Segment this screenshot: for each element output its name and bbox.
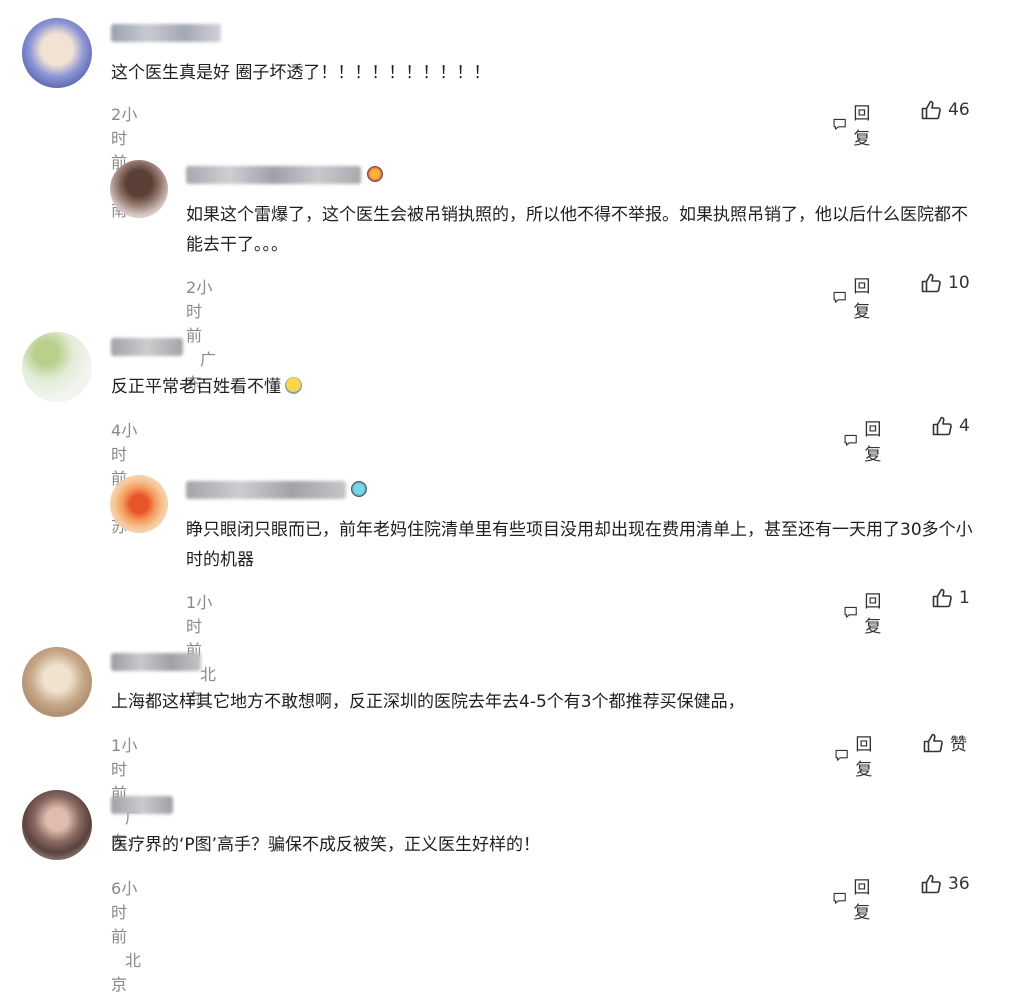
thumbs-up-icon xyxy=(923,733,943,752)
reply-button[interactable]: 回复 xyxy=(834,730,879,780)
reply-label: 回复 xyxy=(853,277,871,322)
reply-button[interactable]: 回复 xyxy=(832,873,877,923)
comment-text: 这个医生真是好 圈子坏透了！！！！！！！！！！ xyxy=(111,63,491,83)
comment-text: 如果这个雷爆了，这个医生会被吊销执照的，所以他不得不举报。如果执照吊销了，他以后… xyxy=(186,205,968,255)
reply-label: 回复 xyxy=(864,420,882,465)
reply-button[interactable]: 回复 xyxy=(832,99,877,149)
reply-icon xyxy=(844,606,857,618)
reply-icon xyxy=(835,749,848,761)
thumbs-up-icon xyxy=(921,874,941,894)
username-blurred[interactable] xyxy=(111,338,183,356)
reply-icon xyxy=(833,892,846,904)
like-button[interactable]: 46 xyxy=(920,99,970,121)
avatar[interactable] xyxy=(110,160,168,218)
thumbs-up-icon xyxy=(932,416,952,436)
reply-icon xyxy=(844,434,857,446)
thumbs-up-icon xyxy=(921,100,941,120)
reply-button[interactable]: 回复 xyxy=(843,587,888,637)
comment-text: 医疗界的‘P图’高手？骗保不成反被笑，正义医生好样的！ xyxy=(111,835,541,855)
avatar[interactable] xyxy=(110,475,168,533)
reply-button[interactable]: 回复 xyxy=(843,415,888,465)
reply-label: 回复 xyxy=(853,878,871,923)
reply-label: 回复 xyxy=(855,735,873,780)
comment-meta: 6小时前北京 xyxy=(111,875,141,995)
like-button[interactable]: 1 xyxy=(931,587,970,609)
user-badge-icon xyxy=(351,481,367,497)
username-blurred[interactable] xyxy=(186,166,361,184)
username-blurred[interactable] xyxy=(111,796,173,814)
like-count: 46 xyxy=(948,100,970,120)
like-count: 10 xyxy=(948,273,970,293)
avatar[interactable] xyxy=(22,18,92,88)
like-count: 36 xyxy=(948,874,970,894)
laugh-cry-emoji-icon xyxy=(285,377,302,394)
avatar[interactable] xyxy=(22,790,92,860)
comment-text: 睁只眼闭只眼而已，前年老妈住院清单里有些项目没用却出现在费用清单上，甚至还有一天… xyxy=(186,520,973,570)
comment-time: 2小时前 xyxy=(186,278,213,345)
avatar[interactable] xyxy=(22,332,92,402)
username-blurred[interactable] xyxy=(186,481,346,499)
username-blurred[interactable] xyxy=(111,24,221,42)
like-label: 赞 xyxy=(950,735,967,755)
comment-time: 1小时前 xyxy=(111,736,138,803)
like-count: 4 xyxy=(959,416,970,436)
comment-time: 6小时前 xyxy=(111,879,138,946)
reply-button[interactable]: 回复 xyxy=(832,272,877,322)
like-count: 1 xyxy=(959,588,970,608)
like-button[interactable]: 4 xyxy=(931,415,970,437)
comment-text: 上海都这样其它地方不敢想啊，反正深圳的医院去年去4-5个有3个都推荐买保健品， xyxy=(111,692,745,712)
comment-time: 1小时前 xyxy=(186,593,213,660)
thumbs-up-icon xyxy=(921,273,941,293)
comment-location: 北京 xyxy=(111,951,142,994)
reply-label: 回复 xyxy=(864,592,882,637)
reply-icon xyxy=(833,118,846,130)
like-button[interactable]: 36 xyxy=(920,873,970,895)
user-badge-icon xyxy=(367,166,383,182)
avatar[interactable] xyxy=(22,647,92,717)
comment-text: 反正平常老百姓看不懂 xyxy=(111,372,951,402)
like-button[interactable]: 赞 xyxy=(922,730,967,755)
like-button[interactable]: 10 xyxy=(920,272,970,294)
username-blurred[interactable] xyxy=(111,653,201,671)
reply-label: 回复 xyxy=(853,104,871,149)
reply-icon xyxy=(833,291,846,303)
thumbs-up-icon xyxy=(932,588,952,608)
